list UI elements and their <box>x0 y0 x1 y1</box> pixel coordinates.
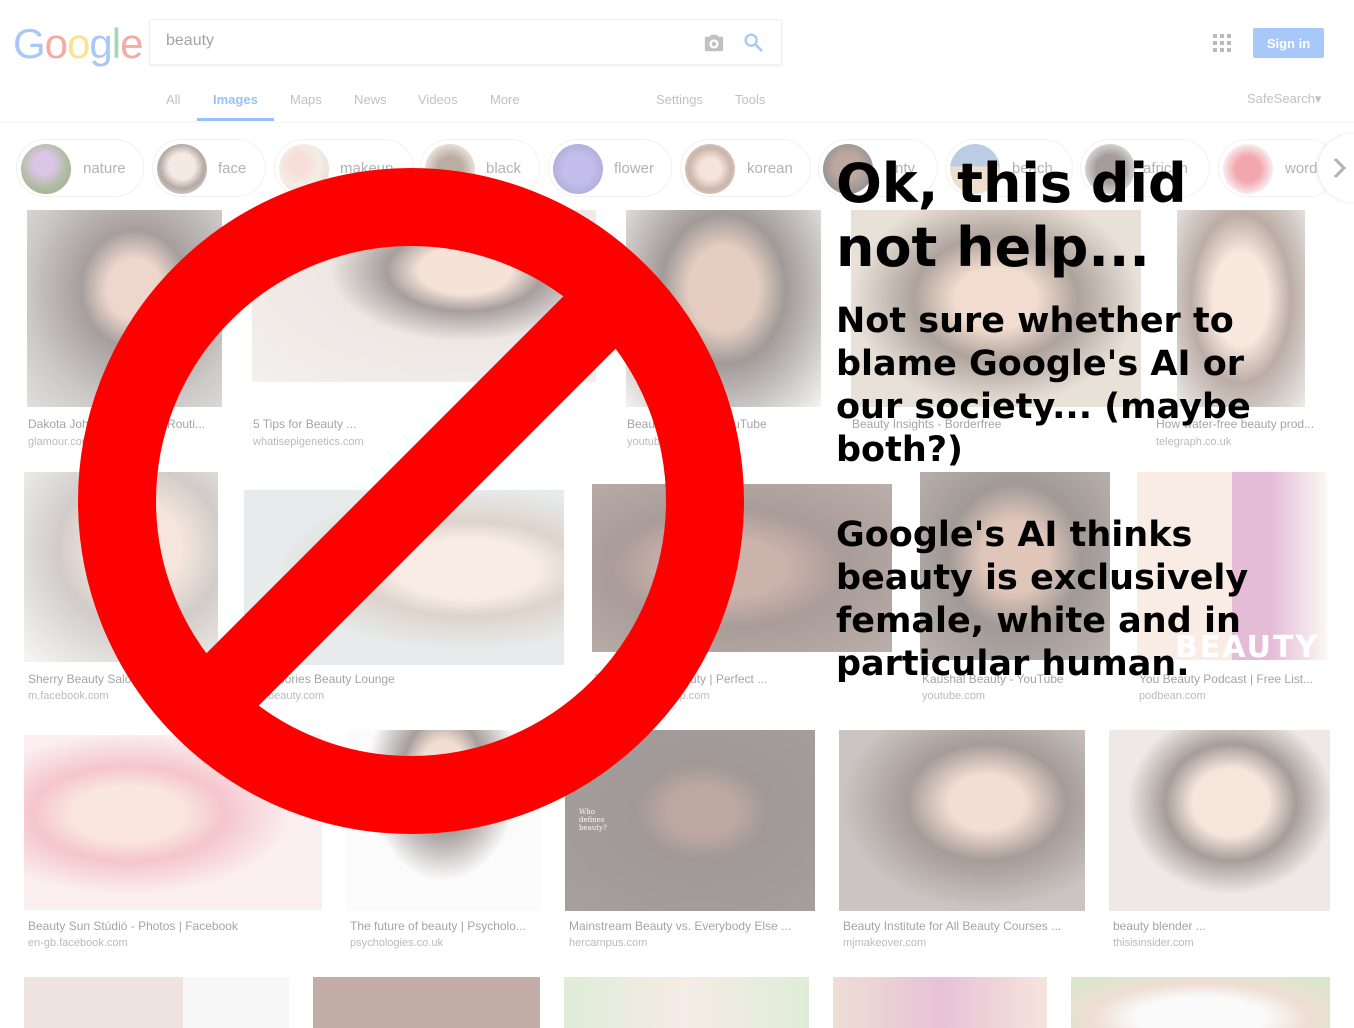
result-site: mjmakeover.com <box>843 937 927 949</box>
result-image[interactable] <box>24 977 289 1028</box>
result-site: en-gb.facebook.com <box>28 937 128 949</box>
meme-paragraph-1: Not sure whether to blame Google's AI or… <box>836 300 1251 472</box>
result-image[interactable] <box>839 730 1085 911</box>
result-title[interactable]: Mainstream Beauty vs. Everybody Else ... <box>569 919 809 933</box>
result-image[interactable] <box>1071 977 1330 1028</box>
caption-line: particular human. <box>836 644 1190 684</box>
chevron-right-icon <box>1333 157 1347 179</box>
result-image[interactable] <box>564 977 809 1028</box>
result-site: hercampus.com <box>569 937 648 949</box>
meme-paragraph-2: Google's AI thinks beauty is exclusively… <box>836 514 1248 686</box>
result-title[interactable]: Beauty Sun Stúdió - Photos | Facebook <box>28 919 326 933</box>
sign-in-button[interactable]: Sign in <box>1253 28 1324 58</box>
meme-headline: Ok, this did not help... <box>836 152 1187 280</box>
caption-line: not help... <box>836 216 1150 279</box>
chip-label: korean <box>747 160 793 177</box>
tab-settings[interactable]: Settings <box>656 92 703 107</box>
search-icon[interactable] <box>742 31 764 53</box>
tab-maps[interactable]: Maps <box>290 92 322 107</box>
caption-line: female, white and in <box>836 601 1241 641</box>
result-title[interactable]: The future of beauty | Psycholo... <box>350 919 540 933</box>
chip-thumbnail <box>1223 144 1273 194</box>
prohibition-icon <box>78 168 744 834</box>
caption-line: blame Google's AI or <box>836 344 1245 384</box>
caption-line: both?) <box>836 430 964 470</box>
header-divider <box>0 122 1354 123</box>
caption-line: Not sure whether to <box>836 301 1234 341</box>
tab-tools[interactable]: Tools <box>735 92 765 107</box>
safesearch-dropdown[interactable]: SafeSearch▾ <box>1247 91 1321 107</box>
caption-line: Ok, this did <box>836 152 1187 215</box>
tab-more[interactable]: More <box>490 92 520 107</box>
tab-videos[interactable]: Videos <box>418 92 458 107</box>
google-images-page: Google Sign in All Images Maps News Vide… <box>0 0 1354 1028</box>
google-logo[interactable]: Google <box>13 20 143 68</box>
result-site: podbean.com <box>1139 690 1206 702</box>
active-tab-indicator <box>197 118 274 121</box>
apps-grid-icon[interactable] <box>1213 34 1231 52</box>
tab-images[interactable]: Images <box>213 92 258 107</box>
result-site: psychologies.co.uk <box>350 937 443 949</box>
result-title[interactable]: Beauty Institute for All Beauty Courses … <box>843 919 1083 933</box>
result-site: youtube.com <box>922 690 985 702</box>
caption-line: our society... (maybe <box>836 387 1251 427</box>
chip-label: word <box>1285 160 1318 177</box>
result-site: thisisinsider.com <box>1113 937 1194 949</box>
caption-line: beauty is exclusively <box>836 558 1249 598</box>
result-image[interactable] <box>313 977 540 1028</box>
tab-news[interactable]: News <box>354 92 387 107</box>
search-box <box>149 19 782 65</box>
tab-all[interactable]: All <box>166 92 180 107</box>
result-image[interactable] <box>1109 730 1330 911</box>
caption-line: Google's AI thinks <box>836 515 1193 555</box>
search-input[interactable] <box>166 32 686 50</box>
chip-thumbnail <box>21 144 71 194</box>
result-title[interactable]: beauty blender ... <box>1113 919 1328 933</box>
camera-icon[interactable] <box>703 32 725 54</box>
result-image[interactable] <box>833 977 1047 1028</box>
